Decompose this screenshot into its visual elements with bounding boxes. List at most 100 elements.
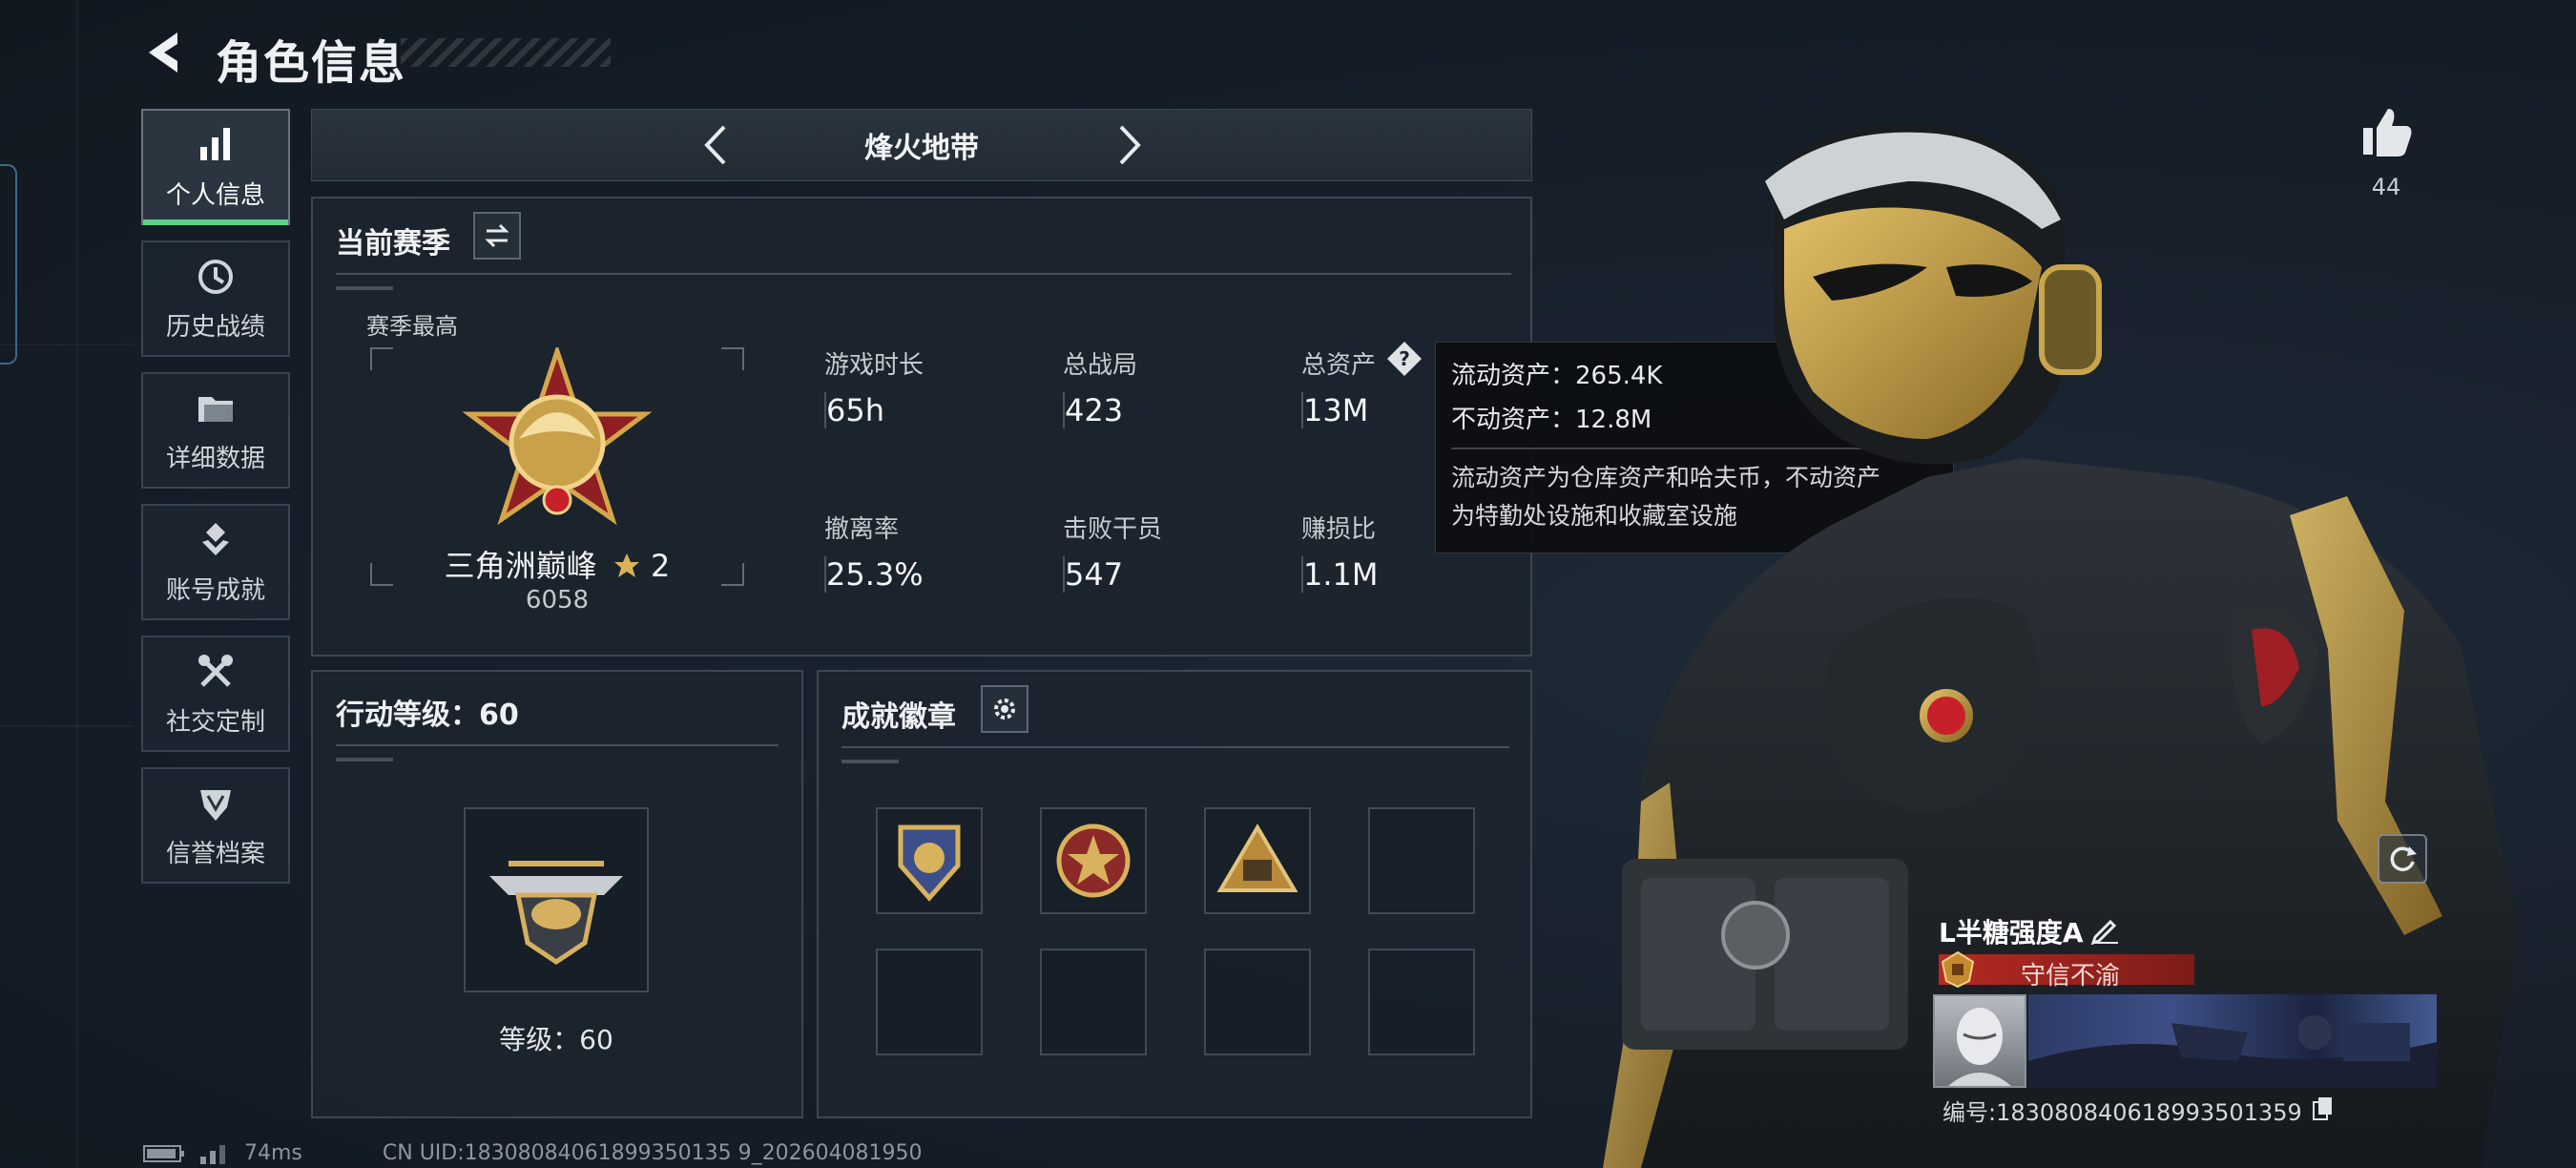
frame-corner xyxy=(721,347,744,370)
rank-name: 三角洲巅峰 xyxy=(444,548,597,584)
history-icon xyxy=(198,259,233,294)
badge-slot-empty[interactable] xyxy=(1040,949,1147,1055)
sidebar-item-reputation[interactable]: 信誉档案 xyxy=(141,767,290,884)
stat-value: 423 xyxy=(1063,392,1137,428)
sidebar: 个人信息 历史战绩 详细数据 账号成就 社交定制 信誉档案 xyxy=(141,109,290,899)
signal-icon xyxy=(200,1144,225,1164)
refresh-character-button[interactable] xyxy=(2378,834,2427,884)
chevron-right-icon xyxy=(1119,125,1141,165)
rank-stars: 2 xyxy=(651,548,671,584)
stat-value: 547 xyxy=(1063,556,1162,593)
status-footer: 74ms CN UID:18308084061899350135 9_20260… xyxy=(143,1141,923,1165)
tools-icon xyxy=(198,654,233,687)
player-id: 编号:183080840618993501359 xyxy=(1942,1099,2302,1126)
badges-divider xyxy=(841,746,1509,748)
bar-chart-icon xyxy=(200,127,230,160)
stat-value: 1.1M xyxy=(1301,556,1379,593)
stat-label: 撤离率 xyxy=(824,515,900,544)
ping-value: 74ms xyxy=(244,1141,302,1165)
helicopter-badge-icon xyxy=(489,861,623,966)
battery-icon xyxy=(143,1144,184,1162)
reputation-status: 守信不渝 xyxy=(2021,962,2121,991)
soldier-badge-icon xyxy=(1216,824,1298,892)
season-title: 当前赛季 xyxy=(336,227,450,261)
copy-icon[interactable] xyxy=(2311,1095,2336,1120)
stat-value: 65h xyxy=(824,392,924,428)
back-button[interactable] xyxy=(143,29,185,76)
bg-grid-line xyxy=(0,725,134,727)
season-best-label: 赛季最高 xyxy=(366,313,458,340)
rank-medal-icon xyxy=(462,347,653,526)
divider-tick xyxy=(336,286,393,290)
bg-grid-line xyxy=(0,344,134,345)
title-decoration xyxy=(401,38,611,67)
stat-total-matches: 总战局 423 xyxy=(1063,345,1137,428)
badge-slot-empty[interactable] xyxy=(1204,949,1311,1055)
badge-slot[interactable] xyxy=(876,807,983,914)
rank-score: 6058 xyxy=(525,586,590,615)
swap-icon xyxy=(485,223,509,248)
mode-name: 烽火地带 xyxy=(864,132,979,165)
sidebar-item-achievements[interactable]: 账号成就 xyxy=(141,504,290,620)
sidebar-item-history[interactable]: 历史战绩 xyxy=(141,240,290,357)
divider-tick xyxy=(336,758,393,761)
chevron-left-icon xyxy=(704,125,726,165)
stat-total-assets: 总资产 13M xyxy=(1301,345,1376,428)
level-divider xyxy=(336,744,779,746)
star-badge-icon xyxy=(1056,824,1131,898)
stat-profit-loss-ratio: 赚损比 1.1M xyxy=(1301,510,1379,593)
stat-play-time: 游戏时长 65h xyxy=(824,345,924,428)
level-badge-frame xyxy=(464,807,649,992)
bg-grid-line xyxy=(76,0,78,1168)
badge-slot[interactable] xyxy=(1040,807,1147,914)
rank-name-line: 三角洲巅峰 2 xyxy=(370,542,744,586)
refresh-icon xyxy=(2390,846,2417,871)
stat-value: 13M xyxy=(1301,392,1376,428)
gear-icon xyxy=(994,699,1015,720)
mode-next-button[interactable] xyxy=(1104,121,1152,169)
sidebar-item-label: 社交定制 xyxy=(165,707,265,737)
stat-extraction-rate: 撤离率 25.3% xyxy=(824,510,924,593)
stat-operators-defeated: 击败干员 547 xyxy=(1063,510,1162,593)
season-divider xyxy=(336,273,1511,275)
banner-image xyxy=(2028,1015,2437,1088)
sidebar-item-personal-info[interactable]: 个人信息 xyxy=(141,109,290,225)
mode-selector: 烽火地带 xyxy=(311,109,1532,181)
shield-icon xyxy=(200,789,231,821)
player-banner xyxy=(2028,994,2437,1088)
sidebar-item-social[interactable]: 社交定制 xyxy=(141,636,290,752)
switch-season-button[interactable] xyxy=(473,212,521,260)
help-icon[interactable]: ? xyxy=(1385,340,1423,378)
avatar[interactable] xyxy=(1933,994,2026,1088)
player-card: L半糖强度A 守信不渝 编号:183080840618993501359 xyxy=(1925,905,2437,1134)
mode-prev-button[interactable] xyxy=(694,121,741,169)
page-title: 角色信息 xyxy=(216,36,407,90)
sidebar-item-label: 账号成就 xyxy=(165,575,265,605)
reputation-emblem-icon xyxy=(1941,950,1975,989)
level-text: 等级：60 xyxy=(499,1024,613,1055)
badge-slot[interactable] xyxy=(1204,807,1311,914)
stat-label: 总战局 xyxy=(1063,351,1138,380)
uid-text: CN UID:18308084061899350135 9_2026040819… xyxy=(382,1141,923,1165)
sidebar-item-details[interactable]: 详细数据 xyxy=(141,372,290,489)
badge-slot-empty[interactable] xyxy=(1368,949,1475,1055)
sidebar-item-label: 个人信息 xyxy=(165,180,265,210)
back-arrow-icon xyxy=(149,32,177,73)
avatar-image xyxy=(1948,1008,2011,1086)
badge-slot-empty[interactable] xyxy=(876,949,983,1055)
badge-slot-empty[interactable] xyxy=(1368,807,1475,914)
like-count: 44 xyxy=(2371,174,2401,200)
stat-label: 赚损比 xyxy=(1301,515,1377,544)
svg-text:?: ? xyxy=(1399,347,1410,370)
action-level-title: 行动等级：60 xyxy=(336,699,519,732)
folder-icon xyxy=(198,396,233,422)
edit-icon[interactable] xyxy=(2089,912,2122,945)
achievement-icon xyxy=(202,522,229,555)
like-button[interactable]: 44 xyxy=(2353,103,2420,200)
divider-tick xyxy=(841,760,899,763)
stat-label: 游戏时长 xyxy=(824,351,924,380)
stat-label: 击败干员 xyxy=(1063,515,1163,544)
badge-settings-button[interactable] xyxy=(981,685,1028,733)
thumbs-up-icon xyxy=(2363,109,2412,156)
crest-badge-icon xyxy=(898,824,961,902)
